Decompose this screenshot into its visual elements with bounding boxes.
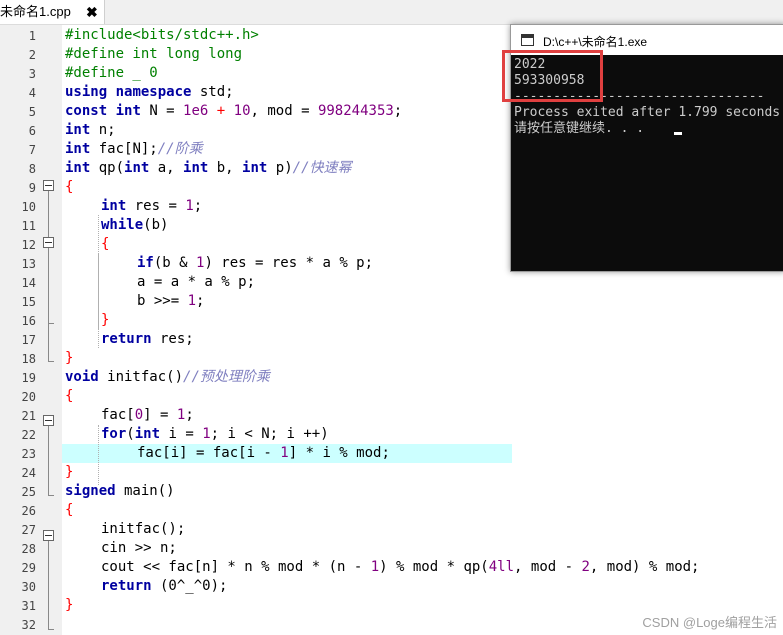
code-line-11: while(b) [101, 217, 169, 233]
fold-end-marker [48, 495, 54, 496]
line-number: 10 [21, 200, 36, 214]
code-line-4: using namespace std; [65, 84, 234, 100]
console-line: Process exited after 1.799 seconds [514, 105, 781, 120]
line-number: 6 [28, 124, 36, 138]
fold-guide [48, 191, 49, 361]
code-line-26: { [65, 502, 74, 518]
line-number: 11 [21, 219, 36, 233]
line-number: 18 [21, 352, 36, 366]
code-line-31: } [65, 597, 74, 613]
code-line-6: int n; [65, 122, 116, 138]
watermark: CSDN @Loge编程生活 [642, 615, 777, 630]
line-number: 4 [28, 86, 36, 100]
line-number: 20 [21, 390, 36, 404]
code-line-24: } [65, 464, 74, 480]
line-number: 16 [21, 314, 36, 328]
code-line-23: fac[i] = fac[i - 1] * i % mod; [137, 445, 390, 461]
code-line-8: int qp(int a, int b, int p)//快速幂 [65, 160, 352, 176]
line-number: 21 [21, 409, 36, 423]
console-line: 请按任意键继续. . . [514, 121, 652, 136]
code-line-10: int res = 1; [101, 198, 203, 214]
line-number: 28 [21, 542, 36, 556]
line-number: 27 [21, 523, 36, 537]
line-number: 19 [21, 371, 36, 385]
line-number: 9 [28, 181, 36, 195]
line-number: 23 [21, 447, 36, 461]
console-cursor [674, 132, 682, 135]
close-icon[interactable]: ✖ [86, 0, 98, 24]
highlight-annotation-box [502, 50, 603, 102]
code-line-19: void initfac()//预处理阶乘 [65, 369, 270, 385]
code-line-14: a = a * a % p; [137, 274, 256, 290]
code-line-25: signed main() [65, 483, 175, 499]
line-number: 17 [21, 333, 36, 347]
line-number: 5 [28, 105, 36, 119]
code-line-9: { [65, 179, 74, 195]
fold-toggle-icon[interactable] [43, 180, 54, 191]
line-number: 8 [28, 162, 36, 176]
code-line-27: initfac(); [101, 521, 186, 537]
code-line-1: #include<bits/stdc++.h> [65, 27, 259, 43]
code-line-20: { [65, 388, 74, 404]
code-line-13: if(b & 1) res = res * a % p; [137, 255, 374, 271]
line-number: 13 [21, 257, 36, 271]
code-line-28: cin >> n; [101, 540, 177, 556]
line-number: 26 [21, 504, 36, 518]
line-number: 30 [21, 580, 36, 594]
fold-toggle-icon[interactable] [43, 415, 54, 426]
fold-end-marker [48, 323, 54, 324]
line-number: 29 [21, 561, 36, 575]
tab-title: 未命名1.cpp [0, 4, 71, 19]
code-line-21: fac[0] = 1; [101, 407, 194, 423]
line-number: 3 [28, 67, 36, 81]
code-line-2: #define int long long [65, 46, 243, 62]
line-number: 7 [28, 143, 36, 157]
line-number: 12 [21, 238, 36, 252]
line-number: 22 [21, 428, 36, 442]
line-number: 32 [21, 618, 36, 632]
fold-end-marker [48, 361, 54, 362]
fold-end-marker [48, 629, 54, 630]
code-line-18: } [65, 350, 74, 366]
code-line-30: return (0^_^0); [101, 578, 228, 594]
code-line-29: cout << fac[n] * n % mod * (n - 1) % mod… [101, 559, 700, 575]
fold-guide [48, 541, 49, 630]
console-window-icon [521, 34, 534, 46]
indent-guide [98, 253, 99, 329]
line-number: 1 [28, 29, 36, 43]
line-number: 15 [21, 295, 36, 309]
code-line-22: for(int i = 1; i < N; i ++) [101, 426, 329, 442]
console-title: D:\c++\未命名1.exe [543, 35, 648, 49]
line-number: 31 [21, 599, 36, 613]
code-line-7: int fac[N];//阶乘 [65, 141, 203, 157]
code-line-12: { [101, 236, 110, 252]
line-number: 25 [21, 485, 36, 499]
code-line-17: return res; [101, 331, 194, 347]
line-number: 2 [28, 48, 36, 62]
tab-bar: 未命名1.cpp ✖ [0, 0, 783, 25]
fold-guide [48, 426, 49, 496]
line-number: 24 [21, 466, 36, 480]
tab-file[interactable]: 未命名1.cpp ✖ [0, 0, 105, 24]
fold-toggle-icon[interactable] [43, 237, 54, 248]
code-line-5: const int N = 1e6 + 10, mod = 998244353; [65, 103, 403, 119]
line-number-gutter: 1 2 3 4 5 6 7 8 9 10 11 12 13 14 15 16 17 18 19 20 21 22 23 24 2… [0, 25, 62, 635]
fold-toggle-icon[interactable] [43, 530, 54, 541]
code-line-15: b >>= 1; [137, 293, 205, 309]
line-number: 14 [21, 276, 36, 290]
code-line-16: } [101, 312, 110, 328]
indent-guide [98, 425, 99, 485]
code-line-3: #define _ 0 [65, 65, 158, 81]
